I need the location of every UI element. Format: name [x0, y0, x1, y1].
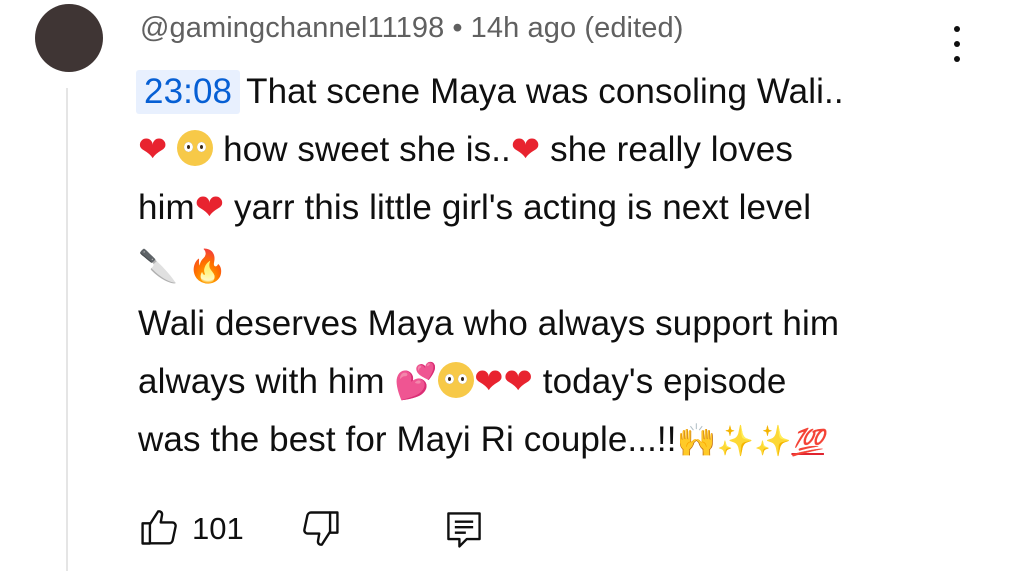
reply-comment-icon[interactable] — [442, 507, 486, 551]
hundred-points-icon: 💯 — [791, 427, 824, 457]
comment-text: yarr this little girl's acting is next l… — [233, 188, 812, 227]
thread-line — [66, 88, 68, 571]
more-vert-icon[interactable] — [942, 22, 972, 66]
comment-thread: @gamingchannel11198 • 14h ago (edited) 23:… — [0, 0, 1024, 571]
header-separator: • — [452, 12, 463, 44]
comment-time[interactable]: 14h ago — [471, 12, 577, 44]
thumb-down-icon[interactable] — [298, 507, 342, 551]
pleading-face-icon — [177, 130, 214, 166]
fire-icon: 🔥 — [187, 247, 228, 285]
comment-text: That scene Maya was consoling Wali.. — [246, 72, 844, 111]
red-heart-icon: ❤ — [510, 130, 541, 170]
comment-text: always with him — [138, 362, 385, 401]
comment-line: him❤ yarr this little girl's acting is n… — [138, 179, 948, 237]
red-heart-icon: ❤ — [138, 130, 168, 170]
comment-line: 🔪 🔥 — [138, 237, 948, 295]
red-heart-icon: ❤ — [474, 362, 504, 402]
pleading-face-icon — [438, 362, 475, 398]
comment-body: 23:08 That scene Maya was consoling Wali.… — [136, 63, 948, 471]
comment-text: him — [138, 188, 195, 227]
comment-line: Wali deserves Maya who always support hi… — [138, 295, 948, 353]
comment-line: 23:08 That scene Maya was consoling Wali.… — [136, 63, 948, 121]
timestamp-link[interactable]: 23:08 — [136, 70, 241, 114]
two-hearts-icon: 💕 — [394, 362, 439, 402]
like-count: 101 — [192, 511, 244, 546]
avatar[interactable] — [35, 4, 103, 72]
author-name[interactable]: @gamingchannel11198 — [140, 12, 444, 44]
comment-text: was the best for Mayi Ri couple...!! — [138, 420, 677, 459]
kitchen-knife-icon: 🔪 — [138, 247, 178, 285]
thumb-up-icon[interactable] — [138, 505, 182, 549]
red-heart-icon: ❤ — [194, 188, 225, 228]
comment-text: today's episode — [542, 362, 787, 401]
comment-header: @gamingchannel11198 • 14h ago (edited) — [140, 12, 683, 45]
red-heart-icon: ❤ — [503, 362, 533, 402]
sparkles-icon: ✨ — [716, 424, 754, 459]
sparkles-icon: ✨ — [753, 424, 792, 459]
raising-hands-icon: 🙌 — [676, 421, 717, 459]
comment-text: Wali deserves Maya who always support hi… — [138, 304, 840, 343]
comment-line: always with him 💕 ❤❤ today's episode — [138, 353, 948, 411]
edited-label: (edited) — [584, 12, 684, 44]
comment-text: how sweet she is.. — [223, 130, 511, 169]
comment-line: was the best for Mayi Ri couple...!!🙌✨✨💯 — [138, 411, 948, 471]
comment-text: she really loves — [550, 130, 793, 169]
comment-line: ❤ how sweet she is..❤ she really loves — [138, 121, 948, 179]
